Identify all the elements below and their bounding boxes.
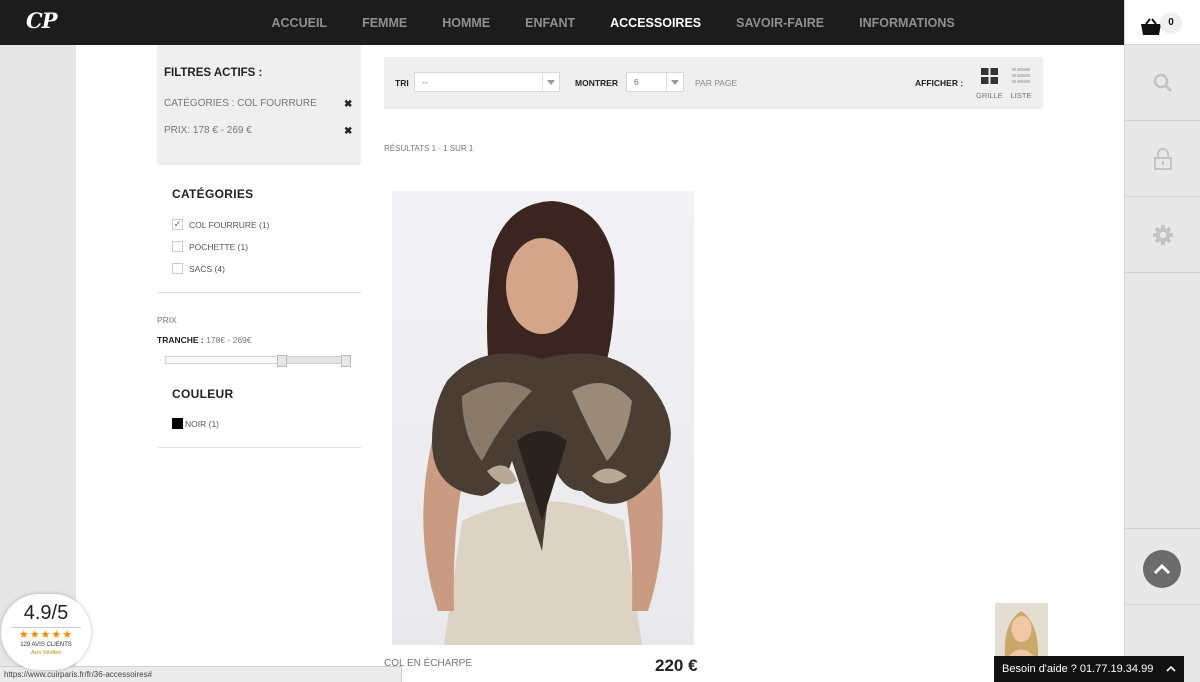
- list-icon: [1012, 68, 1030, 83]
- remove-filter-price-icon[interactable]: ✖: [344, 126, 352, 137]
- scroll-to-top-button[interactable]: [1143, 550, 1181, 588]
- show-label: MONTRER: [575, 78, 618, 88]
- product-image[interactable]: [392, 191, 694, 645]
- per-page-text: PAR PAGE: [695, 78, 738, 88]
- chat-help-bar[interactable]: Besoin d'aide ? 01.77.19.34.99: [994, 656, 1184, 682]
- lock-icon: [1154, 147, 1172, 170]
- product-photo-illustration: [423, 201, 671, 645]
- color-label: NOIR (1): [185, 418, 219, 429]
- main-nav: ACCUEIL FEMME HOMME ENFANT ACCESSOIRES S…: [254, 0, 972, 45]
- search-icon: [1153, 73, 1173, 92]
- price-slider-min-handle[interactable]: [277, 355, 287, 367]
- top-navigation-bar: CP ACCUEIL FEMME HOMME ENFANT ACCESSOIRE…: [0, 0, 1124, 45]
- chevron-up-icon: [1153, 563, 1171, 575]
- cart-count-badge: 0: [1160, 12, 1182, 34]
- sort-label: TRI: [395, 78, 409, 88]
- rail-divider: [1125, 528, 1200, 529]
- rating-score: 4.9/5: [23, 602, 69, 624]
- account-button[interactable]: [1125, 121, 1200, 197]
- price-slider-range: [282, 357, 346, 363]
- checkbox-checked[interactable]: ✓: [172, 219, 183, 230]
- price-range-value: 178€ - 269€: [206, 335, 252, 345]
- color-title: COULEUR: [172, 387, 234, 401]
- checkbox[interactable]: [172, 241, 183, 252]
- price-filter-label: PRIX: [157, 315, 177, 325]
- category-label: POCHETTE (1): [189, 241, 249, 252]
- chevron-down-icon: [542, 73, 559, 91]
- rating-brand-logo: Avis Vérifiés: [30, 650, 62, 656]
- price-slider[interactable]: [165, 355, 351, 367]
- rating-count: 129 AVIS CLIENTS: [20, 642, 72, 648]
- per-page-select[interactable]: 6: [626, 72, 684, 92]
- category-col-fourrure[interactable]: ✓ COL FOURRURE (1): [172, 219, 269, 230]
- checkbox[interactable]: [172, 263, 183, 274]
- chat-help-text: Besoin d'aide ? 01.77.19.34.99: [1002, 663, 1154, 675]
- active-filter-price: PRIX: 178 € - 269 €: [164, 125, 252, 136]
- site-logo[interactable]: CP: [26, 8, 58, 33]
- sort-value: --: [422, 77, 428, 87]
- category-label: COL FOURRURE (1): [189, 219, 270, 230]
- price-range-label: TRANCHE :: [157, 335, 204, 345]
- rating-badge[interactable]: 4.9/5 ★★★★★ 129 AVIS CLIENTS Avis Vérifi…: [1, 594, 91, 670]
- search-button[interactable]: [1125, 45, 1200, 121]
- price-range-text: TRANCHE : 178€ - 269€: [157, 335, 252, 345]
- active-filters-title: FILTRES ACTIFS :: [164, 67, 263, 79]
- sort-select[interactable]: --: [414, 72, 560, 92]
- active-filter-category: CATÉGORIES : COL FOURRURE: [164, 98, 317, 109]
- grid-icon: [980, 68, 998, 84]
- active-filters-panel: FILTRES ACTIFS : CATÉGORIES : COL FOURRU…: [157, 45, 361, 165]
- categories-title: CATÉGORIES: [172, 187, 254, 201]
- rating-divider: [11, 627, 81, 628]
- sidebar-divider: [157, 292, 361, 293]
- right-rail: 0: [1124, 0, 1200, 682]
- grid-view-label: GRILLE: [976, 91, 1003, 100]
- category-sacs[interactable]: SACS (4): [172, 263, 225, 274]
- nav-enfant[interactable]: ENFANT: [508, 0, 593, 45]
- rail-divider: [1125, 604, 1200, 605]
- nav-accessoires[interactable]: ACCESSOIRES: [593, 0, 719, 45]
- settings-button[interactable]: [1125, 197, 1200, 273]
- cart-button[interactable]: 0: [1125, 0, 1200, 45]
- chat-agent-avatar[interactable]: [995, 603, 1048, 656]
- gear-icon: [1153, 224, 1173, 245]
- chevron-up-icon: [1166, 656, 1176, 682]
- rating-stars: ★★★★★: [18, 629, 74, 641]
- avatar-illustration: [995, 603, 1048, 656]
- category-pochette[interactable]: POCHETTE (1): [172, 241, 248, 252]
- results-count: RÉSULTATS 1 - 1 SUR 1: [384, 144, 474, 153]
- nav-femme[interactable]: FEMME: [345, 0, 425, 45]
- color-swatch-black[interactable]: [172, 418, 183, 429]
- sidebar-divider: [157, 447, 361, 448]
- chevron-down-icon: [666, 73, 683, 91]
- color-noir[interactable]: NOIR (1): [172, 418, 219, 429]
- nav-informations[interactable]: INFORMATIONS: [842, 0, 973, 45]
- list-view-label: LISTE: [1010, 91, 1032, 100]
- nav-homme[interactable]: HOMME: [425, 0, 508, 45]
- nav-savoir-faire[interactable]: SAVOIR-FAIRE: [719, 0, 842, 45]
- list-view-button[interactable]: LISTE: [1008, 68, 1034, 100]
- display-label: AFFICHER :: [915, 78, 964, 88]
- basket-icon: [1141, 18, 1161, 35]
- category-label: SACS (4): [189, 263, 225, 274]
- grid-view-button[interactable]: GRILLE: [976, 68, 1003, 100]
- product-price: 220 €: [655, 656, 698, 675]
- product-toolbar: TRI -- MONTRER 6 PAR PAGE AFFICHER : GRI…: [384, 57, 1043, 109]
- nav-accueil[interactable]: ACCUEIL: [254, 0, 345, 45]
- remove-filter-category-icon[interactable]: ✖: [344, 99, 352, 110]
- price-slider-max-handle[interactable]: [341, 355, 351, 367]
- per-page-value: 6: [634, 77, 639, 87]
